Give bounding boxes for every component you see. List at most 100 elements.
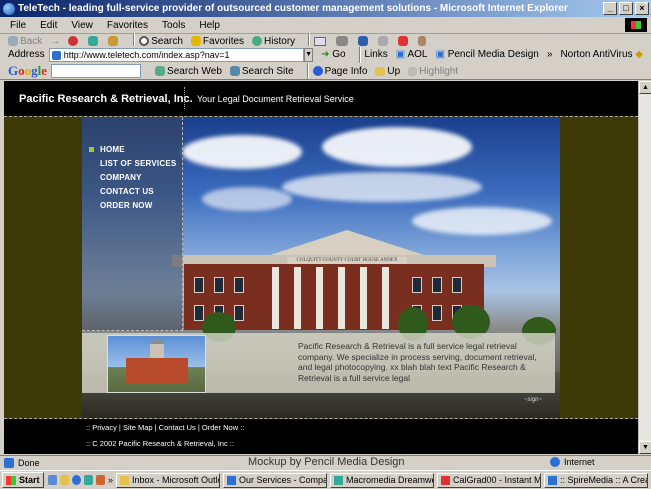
nav-contact-us[interactable]: CONTACT US [100, 187, 154, 196]
search-web-button[interactable]: Search Web [155, 66, 222, 77]
site-brand-name[interactable]: Pacific Research & Retrieval, Inc. [19, 93, 193, 105]
scroll-up-arrow-icon[interactable]: ▲ [639, 81, 651, 94]
courthouse-column [316, 267, 323, 329]
edit-button[interactable] [358, 36, 370, 46]
window-title-bar[interactable]: TeleTech - leading full-service provider… [0, 0, 651, 17]
courthouse-column [382, 267, 389, 329]
go-arrow-icon: ➜ [321, 49, 330, 60]
site-header: Pacific Research & Retrieval, Inc. Your … [4, 81, 638, 116]
folder-up-icon [375, 66, 386, 76]
courthouse-column [338, 267, 345, 329]
history-button[interactable]: History [252, 36, 295, 47]
address-dropdown-button[interactable]: ▼ [304, 47, 314, 62]
up-button[interactable]: Up [375, 66, 400, 77]
cloud-shape [322, 127, 472, 167]
status-done: Done [4, 457, 234, 468]
discuss-icon [378, 36, 389, 46]
quicklaunch-ie-icon[interactable] [71, 475, 81, 485]
quicklaunch-tool-icon[interactable] [95, 475, 105, 485]
site-tagline: Your Legal Document Retrieval Service [197, 94, 354, 104]
close-button[interactable]: × [635, 2, 649, 15]
link-page-icon: ▣ [435, 49, 445, 60]
nav-home[interactable]: HOME [100, 145, 125, 154]
search-icon [139, 36, 150, 46]
courthouse-window [214, 277, 224, 293]
nav-company[interactable]: COMPANY [100, 173, 142, 182]
stop-button[interactable] [68, 36, 80, 46]
highlight-pen-icon [408, 66, 418, 76]
refresh-button[interactable] [88, 36, 100, 46]
search-site-icon [229, 66, 240, 76]
address-input[interactable]: http://www.teletech.com/index.asp?nav=1 [48, 47, 305, 62]
link-page-icon: ▣ [395, 49, 406, 60]
print-icon [336, 36, 349, 46]
copyright-text: :: C 2002 Pacific Research & Retrieval, … [86, 439, 234, 448]
go-button[interactable]: ➜ Go [321, 49, 346, 60]
nav-order-now[interactable]: ORDER NOW [100, 201, 152, 210]
print-button[interactable] [336, 36, 350, 46]
task-outlook[interactable]: Inbox - Microsoft Outlook [116, 472, 220, 488]
courthouse-window [452, 277, 462, 293]
mail-button[interactable] [314, 36, 328, 46]
window-title: TeleTech - leading full-service provider… [18, 3, 568, 14]
scroll-down-arrow-icon[interactable]: ▼ [639, 441, 651, 454]
menu-bar: File Edit View Favorites Tools Help [0, 17, 651, 34]
research-button[interactable] [418, 36, 428, 46]
menu-help[interactable]: Help [199, 20, 220, 31]
menu-view[interactable]: View [71, 20, 93, 31]
photographer-signature-mark: ~sign~ [524, 397, 543, 403]
courthouse-window [412, 277, 422, 293]
quicklaunch-app-icon[interactable] [83, 475, 93, 485]
vertical-scrollbar[interactable]: ▲ ▼ [638, 81, 651, 454]
google-search-input[interactable] [51, 64, 142, 78]
quicklaunch-more-icon[interactable]: » [108, 475, 113, 485]
home-button[interactable] [108, 36, 120, 46]
start-button[interactable]: Start [2, 472, 44, 488]
dreamweaver-icon [334, 475, 343, 485]
quicklaunch-outlook-icon[interactable] [59, 475, 69, 485]
messenger-icon [398, 36, 409, 46]
back-arrow-icon [8, 36, 18, 46]
toolbar-separator [358, 46, 360, 63]
menu-tools[interactable]: Tools [162, 20, 185, 31]
search-button[interactable]: Search [139, 36, 183, 47]
minimize-button[interactable]: _ [603, 2, 617, 15]
ie-logo-icon [3, 2, 15, 15]
menu-favorites[interactable]: Favorites [107, 20, 148, 31]
mockup-caption: Mockup by Pencil Media Design [248, 456, 405, 468]
courthouse-thumbnail-image [107, 335, 206, 393]
page-info-button[interactable]: Page Info [312, 66, 367, 77]
links-more-chevron-icon[interactable]: » [547, 49, 553, 60]
link-aol[interactable]: ▣ AOL [396, 49, 428, 60]
quicklaunch-desktop-icon[interactable] [47, 475, 57, 485]
site-nav: HOME LIST OF SERVICES COMPANY CONTACT US… [82, 117, 183, 331]
windows-flag-icon [6, 475, 16, 485]
task-spiremedia[interactable]: :: SpireMedia :: A Creativ... [544, 472, 648, 488]
discuss-button[interactable] [378, 36, 390, 46]
page-done-icon [4, 457, 14, 468]
courthouse-window [432, 305, 442, 321]
task-instant-message[interactable]: CalGrad00 - Instant Mess... [437, 472, 541, 488]
history-icon [252, 36, 263, 46]
menu-file[interactable]: File [10, 20, 26, 31]
forward-button[interactable]: → [50, 36, 60, 47]
google-logo[interactable]: Google [8, 63, 47, 79]
maximize-button[interactable]: □ [619, 2, 633, 15]
menu-edit[interactable]: Edit [40, 20, 57, 31]
courthouse-window [194, 277, 204, 293]
nav-list-of-services[interactable]: LIST OF SERVICES [100, 159, 176, 168]
cloud-shape [202, 187, 292, 211]
messenger-button[interactable] [398, 36, 410, 46]
footer-links[interactable]: :: Privacy | Site Map | Contact Us | Ord… [86, 423, 244, 432]
back-button[interactable]: Back [8, 36, 42, 47]
highlight-button[interactable]: Highlight [408, 66, 458, 77]
edit-word-icon [358, 36, 369, 46]
stop-icon [68, 36, 79, 46]
task-our-services[interactable]: Our Services - Company ... [223, 472, 327, 488]
favorites-button[interactable]: Favorites [190, 36, 244, 47]
search-site-button[interactable]: Search Site [229, 66, 294, 77]
link-pencil-media-design[interactable]: ▣ Pencil Media Design [435, 49, 538, 60]
task-dreamweaver[interactable]: Macromedia Dreamweave... [330, 472, 434, 488]
active-nav-bullet-icon [89, 147, 94, 152]
norton-antivirus-button[interactable]: Norton AntiVirus ◆ [560, 49, 643, 60]
